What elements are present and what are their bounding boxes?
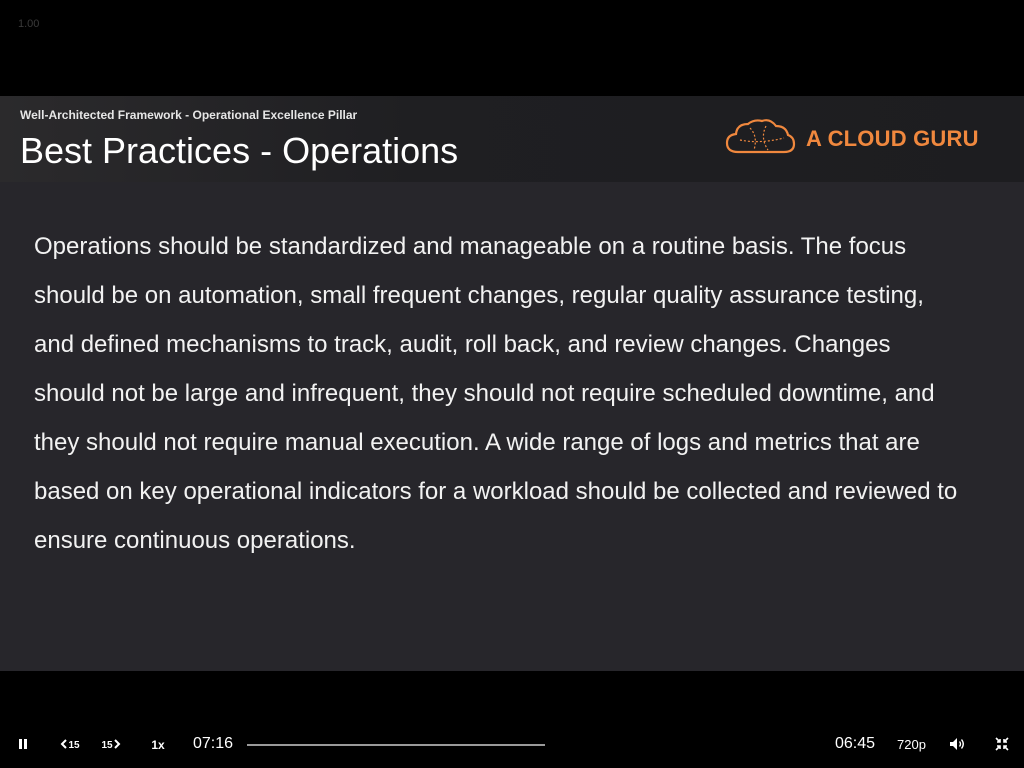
- elapsed-time: 07:16: [193, 735, 234, 752]
- quality-selector[interactable]: 720p: [897, 737, 926, 752]
- progress-bar[interactable]: [247, 744, 545, 746]
- slide-subtitle: Well-Architected Framework - Operational…: [20, 108, 358, 122]
- player-controls: 15 15 1x 07:16 06:45 720p: [0, 725, 1024, 765]
- rewind-15-icon: [60, 738, 68, 752]
- playback-rate-overlay: 1.00: [18, 18, 40, 30]
- video-player[interactable]: 1.00 Well-Architected Framework - Operat…: [0, 0, 1024, 768]
- exit-fullscreen-button[interactable]: [990, 733, 1014, 757]
- pause-icon: [18, 738, 28, 752]
- brand-text: A CLOUD GURU: [806, 126, 979, 151]
- forward-15-button[interactable]: 15: [97, 733, 125, 757]
- forward-15-label: 15: [101, 739, 113, 751]
- playback-speed-button[interactable]: 1x: [146, 733, 170, 757]
- brand-logo: A CLOUD GURU: [724, 118, 979, 160]
- slide-body-text: Operations should be standardized and ma…: [34, 233, 958, 554]
- slide-header: Well-Architected Framework - Operational…: [0, 96, 1024, 182]
- cloud-logo-icon: [724, 116, 796, 163]
- rewind-15-button[interactable]: 15: [56, 733, 84, 757]
- exit-fullscreen-icon: [995, 736, 1009, 754]
- pause-button[interactable]: [12, 733, 34, 757]
- remaining-time: 06:45: [835, 735, 876, 752]
- slide-title: Best Practices - Operations: [20, 130, 459, 171]
- forward-15-icon: [113, 738, 121, 752]
- rewind-15-label: 15: [68, 739, 80, 751]
- volume-button[interactable]: [945, 733, 969, 757]
- slide: Well-Architected Framework - Operational…: [0, 96, 1024, 671]
- volume-icon: [949, 737, 965, 754]
